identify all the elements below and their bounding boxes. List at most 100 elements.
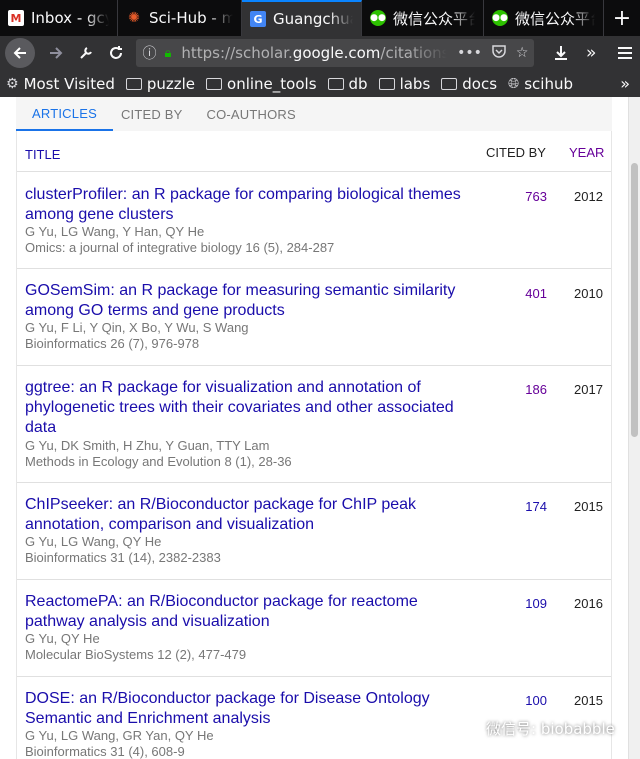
article-title-link[interactable]: ChIPseeker: an R/Bioconductor package fo… xyxy=(25,495,475,535)
browser-tab-scihub[interactable]: ✺ Sci-Hub - m xyxy=(118,0,242,36)
table-row: ReactomePA: an R/Bioconductor package fo… xyxy=(17,580,611,677)
article-venue: Bioinformatics 26 (7), 976-978 xyxy=(25,336,200,351)
sort-by-title-link[interactable]: TITLE xyxy=(25,147,60,162)
article-authors: G Yu, QY He xyxy=(25,631,100,646)
sort-by-cited-link[interactable]: CITED BY xyxy=(486,145,546,160)
folder-icon xyxy=(441,77,458,90)
scihub-icon: ✺ xyxy=(128,10,140,26)
article-year: 2010 xyxy=(574,286,603,301)
folder-icon xyxy=(378,77,395,90)
globe-icon: 🌐︎ xyxy=(508,75,520,92)
article-title-link[interactable]: GOSemSim: an R package for measuring sem… xyxy=(25,281,475,321)
tab-articles[interactable]: ARTICLES xyxy=(16,97,113,131)
info-icon[interactable]: ⓘ xyxy=(142,43,156,63)
cited-by-count-link[interactable]: 763 xyxy=(517,189,547,204)
article-year: 2016 xyxy=(574,596,603,611)
articles-table: TITLE CITED BY YEAR clusterProfiler: an … xyxy=(16,131,612,759)
pocket-icon[interactable] xyxy=(492,44,506,62)
reload-icon xyxy=(109,46,122,59)
wechat-icon: ●● xyxy=(370,10,386,26)
article-year: 2017 xyxy=(574,382,603,397)
article-title-link[interactable]: DOSE: an R/Bioconductor package for Dise… xyxy=(25,689,475,729)
downloads-button[interactable] xyxy=(546,38,576,68)
table-row: ChIPseeker: an R/Bioconductor package fo… xyxy=(17,483,611,580)
cited-by-count-link[interactable]: 401 xyxy=(517,286,547,301)
tab-co-authors[interactable]: CO-AUTHORS xyxy=(191,97,304,131)
bookmark-most-visited[interactable]: ⚙ Most Visited xyxy=(6,75,115,93)
sort-by-year-link[interactable]: YEAR xyxy=(569,145,604,160)
article-venue: Methods in Ecology and Evolution 8 (1), … xyxy=(25,454,292,469)
article-authors: G Yu, LG Wang, Y Han, QY He xyxy=(25,224,205,239)
wrench-icon xyxy=(79,47,92,59)
tab-title: Sci-Hub - m xyxy=(149,9,233,27)
scrollbar-thumb[interactable] xyxy=(631,163,638,437)
article-authors: G Yu, F Li, Y Qin, X Bo, Y Wu, S Wang xyxy=(25,320,249,335)
browser-tab-scholar[interactable]: G Guangchuang xyxy=(242,0,362,36)
browser-tab-wechat-2[interactable]: ●● 微信公众平台 xyxy=(484,0,604,36)
article-authors: G Yu, LG Wang, QY He xyxy=(25,534,162,549)
cited-by-count-link[interactable]: 174 xyxy=(517,499,547,514)
table-header: TITLE CITED BY YEAR xyxy=(17,131,611,172)
article-venue: Molecular BioSystems 12 (2), 477-479 xyxy=(25,647,247,662)
address-bar[interactable]: ⓘ 🔒︎ https://scholar.google.com/citation… xyxy=(136,39,535,67)
folder-icon xyxy=(125,77,142,90)
bookmark-puzzle[interactable]: puzzle xyxy=(125,75,195,93)
browser-tab-strip: M Inbox - gcy ✺ Sci-Hub - m G Guangchuan… xyxy=(0,0,640,36)
article-title-link[interactable]: clusterProfiler: an R package for compar… xyxy=(25,185,475,225)
folder-icon xyxy=(206,77,223,90)
bookmark-online-tools[interactable]: online_tools xyxy=(206,75,317,93)
bookmarks-toolbar: ⚙ Most Visited puzzle online_tools db la… xyxy=(0,70,640,97)
watermark-text: 微信号: biobabble xyxy=(486,720,615,738)
lock-icon[interactable]: 🔒︎ xyxy=(164,46,171,61)
gmail-icon: M xyxy=(8,10,24,26)
bookmark-docs[interactable]: docs xyxy=(441,75,497,93)
arrow-left-icon xyxy=(13,47,26,59)
page-actions-button[interactable]: ••• xyxy=(457,45,482,61)
article-year: 2012 xyxy=(574,189,603,204)
bookmark-scihub[interactable]: 🌐︎ scihub xyxy=(508,75,573,93)
bookmarks-overflow-chevron-icon[interactable]: » xyxy=(620,74,630,93)
article-venue: Omics: a journal of integrative biology … xyxy=(25,240,335,255)
article-year: 2015 xyxy=(574,693,603,708)
scholar-profile-tabs: ARTICLES CITED BY CO-AUTHORS xyxy=(16,97,612,131)
gear-icon: ⚙ xyxy=(6,75,19,92)
table-row: clusterProfiler: an R package for compar… xyxy=(17,172,611,269)
article-authors: G Yu, DK Smith, H Zhu, Y Guan, TTY Lam xyxy=(25,438,270,453)
browser-tab-gmail[interactable]: M Inbox - gcy xyxy=(0,0,118,36)
overflow-chevron-icon[interactable]: » xyxy=(576,38,606,68)
google-scholar-icon: G xyxy=(250,11,266,27)
navigation-toolbar: ⓘ 🔒︎ https://scholar.google.com/citation… xyxy=(0,36,640,70)
wechat-logo-icon xyxy=(452,718,478,738)
cited-by-count-link[interactable]: 100 xyxy=(517,693,547,708)
new-tab-button[interactable]: + xyxy=(604,0,640,36)
url-text[interactable]: https://scholar.google.com/citations?use… xyxy=(181,44,447,62)
tab-cited-by[interactable]: CITED BY xyxy=(113,97,191,131)
tools-button[interactable] xyxy=(71,38,101,68)
article-title-link[interactable]: ReactomePA: an R/Bioconductor package fo… xyxy=(25,592,475,632)
scholar-page: ARTICLES CITED BY CO-AUTHORS TITLE CITED… xyxy=(0,97,628,759)
cited-by-count-link[interactable]: 186 xyxy=(517,382,547,397)
bookmark-star-icon[interactable]: ☆ xyxy=(516,45,529,61)
wechat-icon: ●● xyxy=(492,10,508,26)
article-year: 2015 xyxy=(574,499,603,514)
tab-title: 微信公众平台 xyxy=(515,9,595,28)
article-title-link[interactable]: ggtree: an R package for visualization a… xyxy=(25,378,475,438)
arrow-right-icon xyxy=(49,47,63,59)
wechat-watermark: 微信号: biobabble xyxy=(452,718,615,739)
article-venue: Bioinformatics 31 (4), 608-9 xyxy=(25,744,185,759)
reload-button[interactable] xyxy=(101,38,131,68)
tab-title: 微信公众平台 xyxy=(393,9,475,28)
table-row: ggtree: an R package for visualization a… xyxy=(17,366,611,483)
folder-icon xyxy=(327,77,344,90)
table-row: GOSemSim: an R package for measuring sem… xyxy=(17,269,611,366)
cited-by-count-link[interactable]: 109 xyxy=(517,596,547,611)
forward-button[interactable] xyxy=(41,38,71,68)
bookmark-labs[interactable]: labs xyxy=(378,75,430,93)
hamburger-menu-icon[interactable] xyxy=(610,38,640,68)
browser-tab-wechat-1[interactable]: ●● 微信公众平台 xyxy=(362,0,484,36)
back-button[interactable] xyxy=(5,38,35,68)
tab-title: Inbox - gcy xyxy=(31,9,109,27)
bookmark-db[interactable]: db xyxy=(327,75,368,93)
article-venue: Bioinformatics 31 (14), 2382-2383 xyxy=(25,550,221,565)
page-scrollbar[interactable] xyxy=(628,97,640,759)
